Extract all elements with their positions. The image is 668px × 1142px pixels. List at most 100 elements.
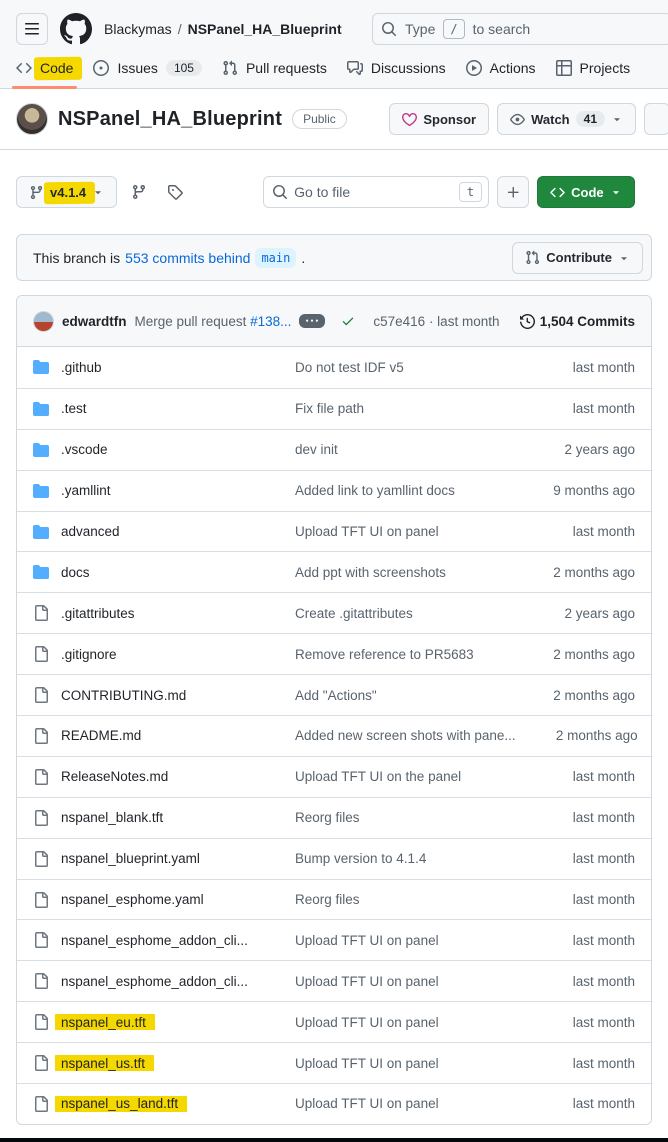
file-link[interactable]: nspanel_esphome.yaml	[61, 892, 204, 907]
tab-projects[interactable]: Projects	[548, 54, 639, 88]
tab-actions-label: Actions	[490, 60, 536, 76]
repo-owner-avatar[interactable]	[16, 103, 48, 135]
page-title: NSPanel_HA_Blueprint	[58, 108, 282, 131]
branch-selector-button[interactable]: v4.1.4	[16, 176, 117, 208]
file-updated-date: last month	[513, 892, 635, 907]
file-link[interactable]: .gitignore	[61, 647, 117, 662]
commit-message-link[interactable]: Upload TFT UI on the panel	[295, 769, 461, 784]
commit-author-avatar[interactable]	[33, 311, 54, 332]
t-key-hint: t	[459, 182, 482, 202]
commit-message-link[interactable]: Upload TFT UI on panel	[295, 524, 439, 539]
code-dropdown-button[interactable]: Code	[537, 176, 635, 208]
file-link[interactable]: README.md	[61, 728, 141, 743]
table-row: .test Fix file path last month	[17, 388, 651, 429]
file-link[interactable]: nspanel_us_land.tft	[61, 1096, 178, 1111]
table-row: .gitattributesCreate .gitattributes2 yea…	[17, 592, 651, 633]
tab-discussions[interactable]: Discussions	[339, 54, 454, 88]
file-link[interactable]: CONTRIBUTING.md	[61, 688, 186, 703]
commit-message-link[interactable]: Create .gitattributes	[295, 606, 413, 621]
commits-behind-link[interactable]: 553 commits behind	[125, 250, 250, 266]
add-file-button[interactable]	[497, 176, 529, 208]
commit-message-link[interactable]: Add ppt with screenshots	[295, 565, 446, 580]
commit-message-link[interactable]: Reorg files	[295, 892, 360, 907]
breadcrumb-repo[interactable]: NSPanel_HA_Blueprint	[188, 21, 342, 37]
repo-header: NSPanel_HA_Blueprint Public Sponsor Watc…	[0, 89, 668, 150]
commit-message-link[interactable]: Do not test IDF v5	[295, 360, 404, 375]
tags-link-icon[interactable]	[161, 178, 189, 206]
commit-message-link[interactable]: Upload TFT UI on panel	[295, 974, 439, 989]
file-updated-date: last month	[513, 360, 635, 375]
hamburger-menu-button[interactable]	[16, 13, 48, 45]
tab-discussions-label: Discussions	[371, 60, 446, 76]
commit-sha-time[interactable]: c57e416 · last month	[373, 314, 499, 329]
file-link[interactable]: .github	[61, 360, 102, 375]
tab-pull-requests[interactable]: Pull requests	[214, 54, 335, 88]
repo-nav: Code Issues 105 Pull requests Discussion…	[0, 46, 668, 89]
commit-message-link[interactable]: Added new screen shots with pane...	[295, 728, 516, 743]
commit-message-link[interactable]: Upload TFT UI on panel	[295, 1056, 439, 1071]
file-link[interactable]: .gitattributes	[61, 606, 135, 621]
tab-pull-requests-label: Pull requests	[246, 60, 327, 76]
breadcrumb: Blackymas / NSPanel_HA_Blueprint	[104, 21, 342, 37]
tab-code[interactable]: Code	[8, 54, 81, 88]
commit-author-name[interactable]: edwardtfn	[62, 314, 127, 329]
commit-message-link[interactable]: Upload TFT UI on panel	[295, 1015, 439, 1030]
file-link[interactable]: .test	[61, 401, 87, 416]
file-link[interactable]: .yamllint	[61, 483, 111, 498]
tab-issues[interactable]: Issues 105	[85, 54, 210, 88]
tab-actions[interactable]: Actions	[458, 54, 544, 88]
tab-code-label: Code	[40, 60, 73, 76]
global-search-input[interactable]: Type / to search	[372, 13, 668, 45]
commit-message-link[interactable]: Upload TFT UI on panel	[295, 1096, 439, 1111]
table-icon	[556, 60, 572, 76]
cut-off-button[interactable]	[644, 103, 668, 135]
file-icon	[33, 810, 49, 826]
file-link[interactable]: nspanel_eu.tft	[61, 1015, 146, 1030]
file-updated-date: last month	[513, 401, 635, 416]
file-link[interactable]: nspanel_us.tft	[61, 1056, 145, 1071]
slash-key-hint: /	[443, 19, 464, 39]
commit-message-link[interactable]: Upload TFT UI on panel	[295, 933, 439, 948]
commit-message-link[interactable]: Add "Actions"	[295, 688, 377, 703]
file-table: edwardtfn Merge pull request #138... c57…	[16, 295, 652, 1125]
file-updated-date: last month	[513, 810, 635, 825]
chevron-down-icon	[610, 186, 622, 198]
file-toolbar: v4.1.4 t Code	[0, 150, 668, 208]
commit-description-toggle[interactable]	[299, 314, 325, 328]
commit-message-link[interactable]: Fix file path	[295, 401, 364, 416]
file-link[interactable]: nspanel_esphome_addon_cli...	[61, 933, 248, 948]
issue-opened-icon	[93, 60, 109, 76]
table-row: nspanel_us.tftUpload TFT UI on panellast…	[17, 1042, 651, 1083]
main-branch-label[interactable]: main	[255, 248, 296, 268]
file-link[interactable]: nspanel_blank.tft	[61, 810, 163, 825]
folder-icon	[33, 483, 49, 499]
table-row: nspanel_blueprint.yaml Bump version to 4.…	[17, 838, 651, 879]
commit-message-link[interactable]: Reorg files	[295, 810, 360, 825]
check-icon[interactable]	[341, 314, 355, 328]
file-link[interactable]: .vscode	[61, 442, 108, 457]
branch-name: v4.1.4	[50, 185, 86, 200]
commit-message-link[interactable]: dev init	[295, 442, 338, 457]
go-to-file-input[interactable]	[263, 176, 489, 208]
table-row: nspanel_esphome_addon_cli... Upload TFT U…	[17, 919, 651, 960]
commit-history-link[interactable]: 1,504 Commits	[520, 314, 635, 329]
sponsor-button[interactable]: Sponsor	[389, 103, 489, 135]
file-link[interactable]: nspanel_blueprint.yaml	[61, 851, 200, 866]
git-pull-request-icon	[525, 250, 540, 265]
watch-button[interactable]: Watch 41	[497, 103, 636, 135]
file-link[interactable]: advanced	[61, 524, 120, 539]
branches-link-icon[interactable]	[125, 178, 153, 206]
github-logo-icon[interactable]	[60, 13, 92, 45]
commit-message-link[interactable]: Remove reference to PR5683	[295, 647, 474, 662]
file-link[interactable]: docs	[61, 565, 90, 580]
breadcrumb-owner[interactable]: Blackymas	[104, 21, 172, 37]
commit-message-link[interactable]: Added link to yamllint docs	[295, 483, 455, 498]
file-link[interactable]: ReleaseNotes.md	[61, 769, 168, 784]
plus-icon	[506, 185, 521, 200]
commit-message-link[interactable]: Merge pull request #138...	[135, 314, 292, 329]
file-link[interactable]: nspanel_esphome_addon_cli...	[61, 974, 248, 989]
commit-message-link[interactable]: Bump version to 4.1.4	[295, 851, 426, 866]
contribute-button[interactable]: Contribute	[512, 242, 643, 274]
file-icon	[33, 1096, 49, 1112]
table-row: .vscodedev init2 years ago	[17, 429, 651, 470]
